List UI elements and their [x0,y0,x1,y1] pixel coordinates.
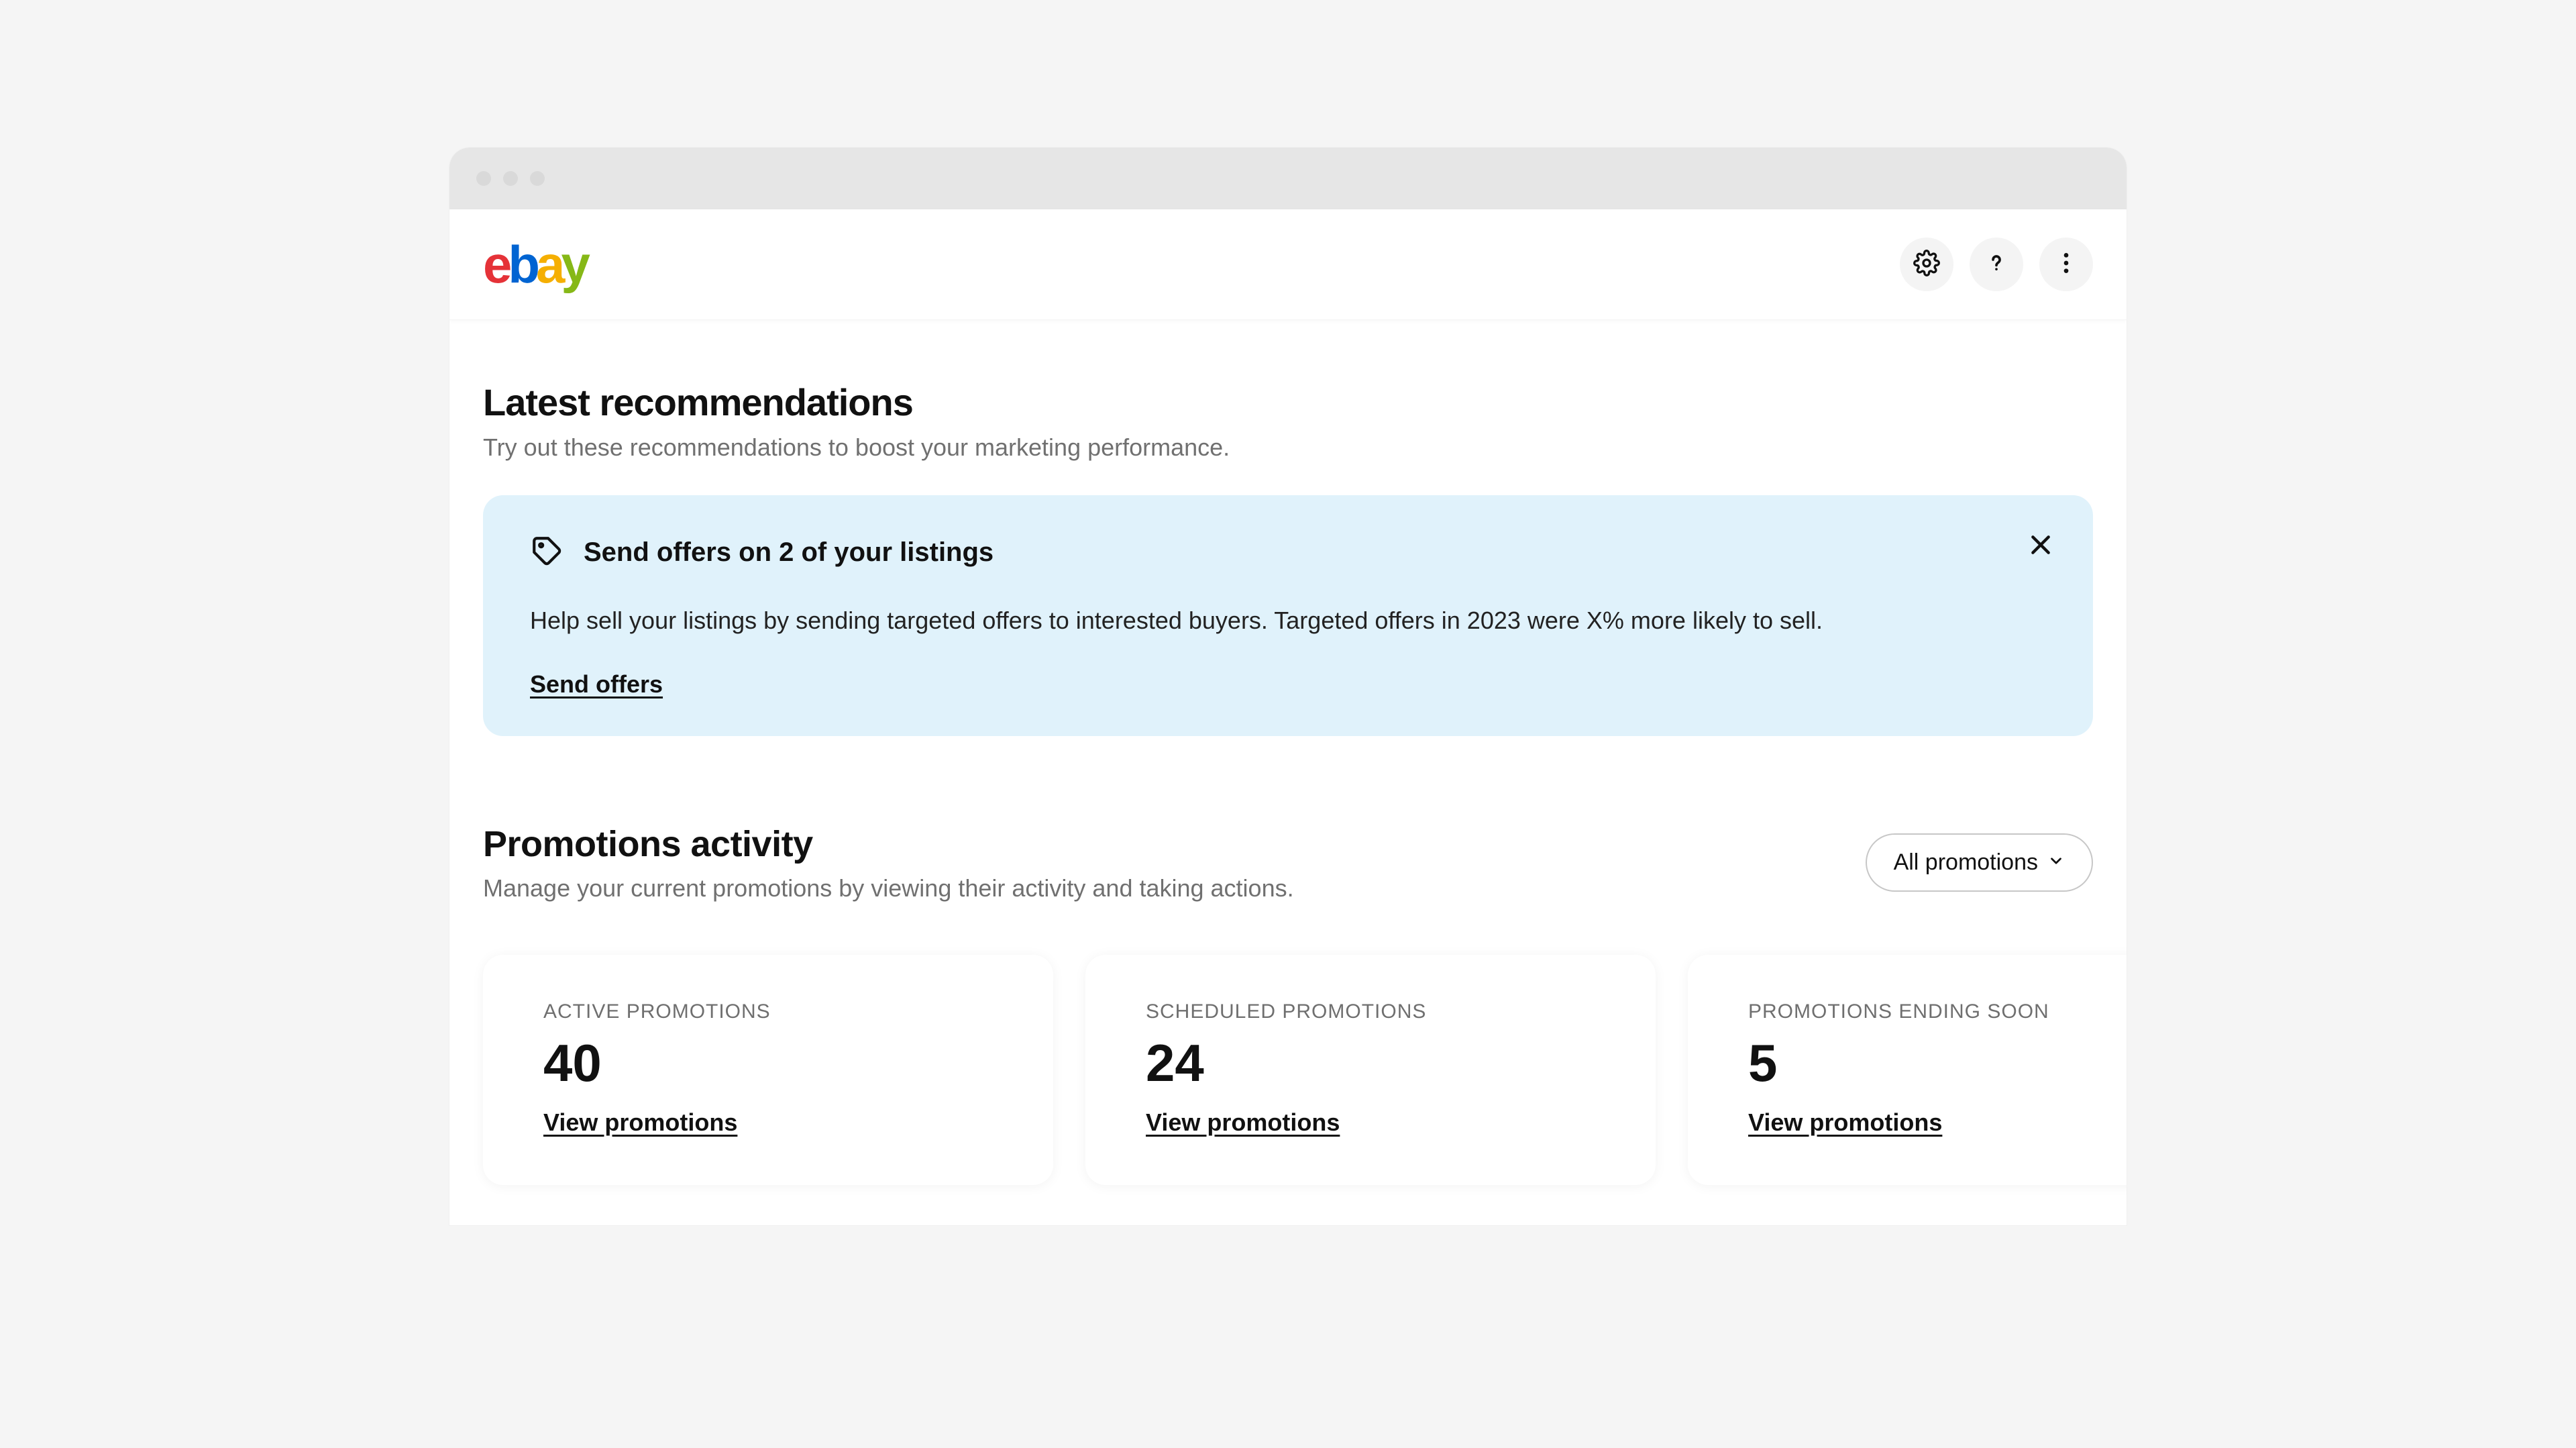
view-promotions-link[interactable]: View promotions [1146,1108,1340,1137]
promotions-title: Promotions activity [483,823,1294,865]
page-content: Latest recommendations Try out these rec… [449,320,2127,1225]
recommendation-card-body: Help sell your listings by sending targe… [530,602,1972,639]
stat-value: 5 [1748,1033,2110,1094]
view-promotions-link[interactable]: View promotions [543,1108,737,1137]
header-actions [1900,238,2093,291]
promotions-ending-soon-card: PROMOTIONS ENDING SOON 5 View promotions [1688,955,2127,1185]
question-icon [1983,250,2010,280]
stat-label: PROMOTIONS ENDING SOON [1748,1000,2110,1023]
view-promotions-link[interactable]: View promotions [1748,1108,1942,1137]
close-icon [2027,550,2054,561]
recommendations-title: Latest recommendations [483,380,2093,424]
ebay-logo[interactable]: ebay [483,238,586,291]
stat-value: 40 [543,1033,993,1094]
active-promotions-card: ACTIVE PROMOTIONS 40 View promotions [483,955,1053,1185]
recommendation-dismiss-button[interactable] [2027,531,2054,562]
help-button[interactable] [1970,238,2023,291]
window-maximize-dot[interactable] [530,171,545,186]
gear-icon [1913,250,1940,280]
scheduled-promotions-card: SCHEDULED PROMOTIONS 24 View promotions [1085,955,1656,1185]
send-offers-link[interactable]: Send offers [530,670,663,699]
tag-icon [530,534,564,571]
window-close-dot[interactable] [476,171,491,186]
kebab-icon [2053,250,2080,280]
recommendations-subtitle: Try out these recommendations to boost y… [483,433,2093,462]
browser-window: ebay Latest recommendations Try out thes [449,148,2127,1225]
recommendation-card-header: Send offers on 2 of your listings [530,534,2046,571]
recommendation-card: Send offers on 2 of your listings Help s… [483,495,2093,736]
promotions-filter-dropdown[interactable]: All promotions [1866,833,2093,892]
stat-value: 24 [1146,1033,1595,1094]
window-titlebar [449,148,2127,209]
promotions-filter-label: All promotions [1894,849,2038,876]
settings-button[interactable] [1900,238,1953,291]
stat-label: ACTIVE PROMOTIONS [543,1000,993,1023]
recommendation-card-title: Send offers on 2 of your listings [584,537,994,568]
promotions-cards-row: ACTIVE PROMOTIONS 40 View promotions SCH… [483,955,2093,1185]
promotions-header: Promotions activity Manage your current … [483,823,2093,902]
stat-label: SCHEDULED PROMOTIONS [1146,1000,1595,1023]
promotions-subtitle: Manage your current promotions by viewin… [483,874,1294,902]
app-header: ebay [449,209,2127,320]
window-minimize-dot[interactable] [503,171,518,186]
more-menu-button[interactable] [2039,238,2093,291]
chevron-down-icon [2047,849,2065,876]
